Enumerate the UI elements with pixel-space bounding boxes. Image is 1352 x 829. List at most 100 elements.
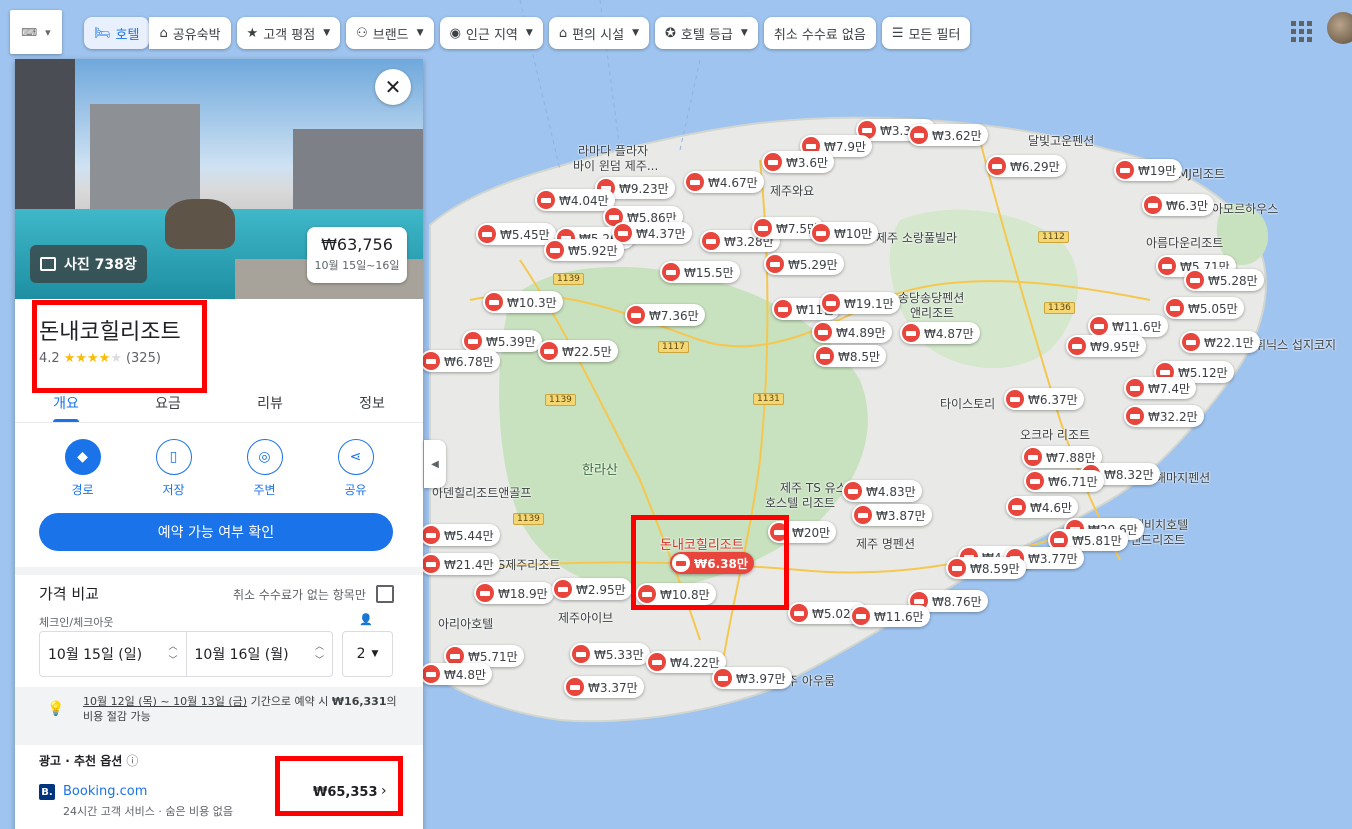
price-pin[interactable]: ₩5.92만: [544, 239, 624, 261]
filter-vacation-rentals[interactable]: ⌂ 공유숙박: [149, 17, 231, 49]
map-label[interactable]: 제주와요: [770, 182, 814, 199]
filter-brand[interactable]: ⚇ 브랜드 ▼: [346, 17, 434, 49]
filter-guest-rating[interactable]: ★ 고객 평점 ▼: [236, 17, 341, 49]
keyboard-button[interactable]: ⌨ ▾: [10, 10, 62, 54]
map-label[interactable]: MJ리조트: [1178, 165, 1225, 182]
price-pin[interactable]: ₩22.1만: [1180, 331, 1260, 353]
checkout-field[interactable]: 10월 16일 (월) ︿ ﹀: [187, 632, 333, 676]
price-pin[interactable]: ₩3.37만: [564, 676, 644, 698]
map-label[interactable]: 한라산: [582, 459, 618, 478]
price-pin[interactable]: ₩4.04만: [535, 189, 615, 211]
map-label[interactable]: 제주 소랑풀빌라: [876, 229, 957, 246]
price-pin[interactable]: ₩19만: [1114, 159, 1183, 181]
price-pin[interactable]: ₩32.2만: [1124, 405, 1204, 427]
filter-hotels[interactable]: 🛏 호텔: [84, 17, 150, 49]
stepper-icon[interactable]: ︿ ﹀: [168, 640, 177, 668]
free-cancel-toggle[interactable]: 취소 수수료가 없는 항목만: [233, 585, 394, 603]
photos-button[interactable]: 사진 738장: [30, 245, 147, 283]
map-label[interactable]: 아모르하우스: [1212, 200, 1278, 217]
filter-free-cancellation[interactable]: 취소 수수료 없음: [763, 17, 876, 49]
price-pin[interactable]: ₩4.6만: [1006, 496, 1078, 518]
price-pin[interactable]: ₩3.6만: [762, 151, 834, 173]
info-icon[interactable]: ⓘ: [126, 754, 138, 768]
price-pin[interactable]: ₩9.95만: [1066, 335, 1146, 357]
price-pin[interactable]: ₩15.5만: [660, 261, 740, 283]
price-pin[interactable]: ₩5.45만: [476, 223, 556, 245]
price-pin[interactable]: ₩4.83만: [842, 480, 922, 502]
directions-button[interactable]: ◆ 경로: [53, 439, 113, 498]
map-label[interactable]: 아덴힐리조트앤골프: [432, 484, 531, 501]
map-label[interactable]: 아리아호텔: [438, 615, 493, 632]
filter-nearby[interactable]: ◉ 인근 지역 ▼: [439, 17, 543, 49]
save-button[interactable]: ▯ 저장: [144, 439, 204, 498]
close-button[interactable]: ✕: [375, 69, 411, 105]
tab-reviews[interactable]: 리뷰: [219, 381, 321, 422]
price-pin[interactable]: ₩4.67만: [684, 171, 764, 193]
tip-dates-link[interactable]: 10월 12일 (목) ~ 10월 13일 (금): [83, 695, 247, 708]
price-pin[interactable]: ₩11.6만: [1088, 315, 1168, 337]
map-label[interactable]: 달빛고운펜션: [1028, 132, 1094, 149]
hotel-photo[interactable]: ✕ 사진 738장 ₩63,756 10월 15일~16일: [15, 59, 423, 299]
filter-hotel-class[interactable]: ✪ 호텔 등급 ▼: [655, 17, 758, 49]
filter-all[interactable]: ☰ 모든 필터: [881, 17, 971, 49]
stepper-icon[interactable]: ︿ ﹀: [315, 640, 324, 668]
map-label[interactable]: ES제주리조트: [490, 556, 560, 573]
booking-link[interactable]: Booking.com: [63, 784, 147, 799]
price-pin[interactable]: ₩3.97만: [712, 667, 792, 689]
price-pin[interactable]: ₩6.71만: [1024, 470, 1104, 492]
price-pin[interactable]: ₩4.87만: [900, 322, 980, 344]
price-card[interactable]: ₩63,756 10월 15일~16일: [307, 227, 407, 283]
collapse-panel-button[interactable]: ◀: [424, 440, 446, 488]
price-pin[interactable]: ₩4.22만: [646, 651, 726, 673]
price-pin[interactable]: ₩7.36만: [625, 304, 705, 326]
price-pin[interactable]: ₩5.39만: [462, 330, 542, 352]
map-label[interactable]: 아름다운리조트: [1146, 234, 1223, 251]
map-label[interactable]: 앤리조트: [910, 304, 954, 321]
price-pin[interactable]: ₩4.37만: [612, 222, 692, 244]
checkin-field[interactable]: 10월 15일 (일) ︿ ﹀: [40, 632, 187, 676]
free-cancel-checkbox[interactable]: [375, 585, 394, 603]
tab-overview[interactable]: 개요: [15, 381, 117, 422]
map-label[interactable]: 오크라 리조트: [1020, 426, 1090, 443]
apps-grid-icon[interactable]: [1288, 18, 1312, 42]
map-label[interactable]: 제주 명펜션: [856, 535, 915, 552]
price-pin[interactable]: ₩5.05만: [1164, 297, 1244, 319]
check-availability-button[interactable]: 예약 가능 여부 확인: [39, 513, 393, 551]
guests-select[interactable]: 2 ▼: [342, 631, 393, 677]
price-pin[interactable]: ₩6.37만: [1004, 388, 1084, 410]
avatar[interactable]: [1327, 12, 1352, 44]
price-pin[interactable]: ₩6.29만: [986, 155, 1066, 177]
price-pin[interactable]: ₩7.4만: [1124, 377, 1196, 399]
price-pin[interactable]: ₩22.5만: [538, 340, 618, 362]
tab-prices[interactable]: 요금: [117, 381, 219, 422]
nearby-button[interactable]: ◎ 주변: [235, 439, 295, 498]
price-pin[interactable]: ₩5.44만: [420, 524, 500, 546]
price-pin[interactable]: ₩3.87만: [852, 504, 932, 526]
price-pin[interactable]: ₩8.59만: [946, 557, 1026, 579]
price-pin[interactable]: ₩10만: [810, 222, 879, 244]
price-pin[interactable]: ₩6.78만: [420, 350, 500, 372]
share-button[interactable]: ⋖ 공유: [326, 439, 386, 498]
price-pin[interactable]: ₩4.89만: [812, 321, 892, 343]
price-pin[interactable]: ₩4.8만: [420, 663, 492, 685]
map-label[interactable]: 호스텔 리조트: [765, 494, 835, 511]
map-label[interactable]: 제주아이브: [558, 609, 613, 626]
price-pin[interactable]: ₩21.4만: [420, 553, 500, 575]
price-pin[interactable]: ₩19.1만: [820, 292, 900, 314]
map-label[interactable]: 해마지펜션: [1155, 469, 1210, 486]
price-pin[interactable]: ₩3.62만: [908, 124, 988, 146]
price-pin[interactable]: ₩18.9만: [474, 582, 554, 604]
price-pin[interactable]: ₩10.3만: [483, 291, 563, 313]
price-pin[interactable]: ₩8.5만: [814, 345, 886, 367]
tab-about[interactable]: 정보: [321, 381, 423, 422]
price-pin[interactable]: ₩6.3만: [1142, 194, 1214, 216]
map-label[interactable]: 휘닉스 섭지코지: [1255, 336, 1336, 353]
price-pin[interactable]: ₩5.28만: [1184, 269, 1264, 291]
price-pin[interactable]: ₩11.6만: [850, 605, 930, 627]
map-label[interactable]: 타이스토리: [940, 395, 995, 412]
price-pin[interactable]: ₩2.95만: [552, 578, 632, 600]
price-pin[interactable]: ₩5.29만: [764, 253, 844, 275]
price-pin[interactable]: ₩5.33만: [570, 643, 650, 665]
filter-amenities[interactable]: ⌂ 편의 시설 ▼: [548, 17, 649, 49]
map-label[interactable]: 바이 윈덤 제주...: [573, 157, 658, 174]
